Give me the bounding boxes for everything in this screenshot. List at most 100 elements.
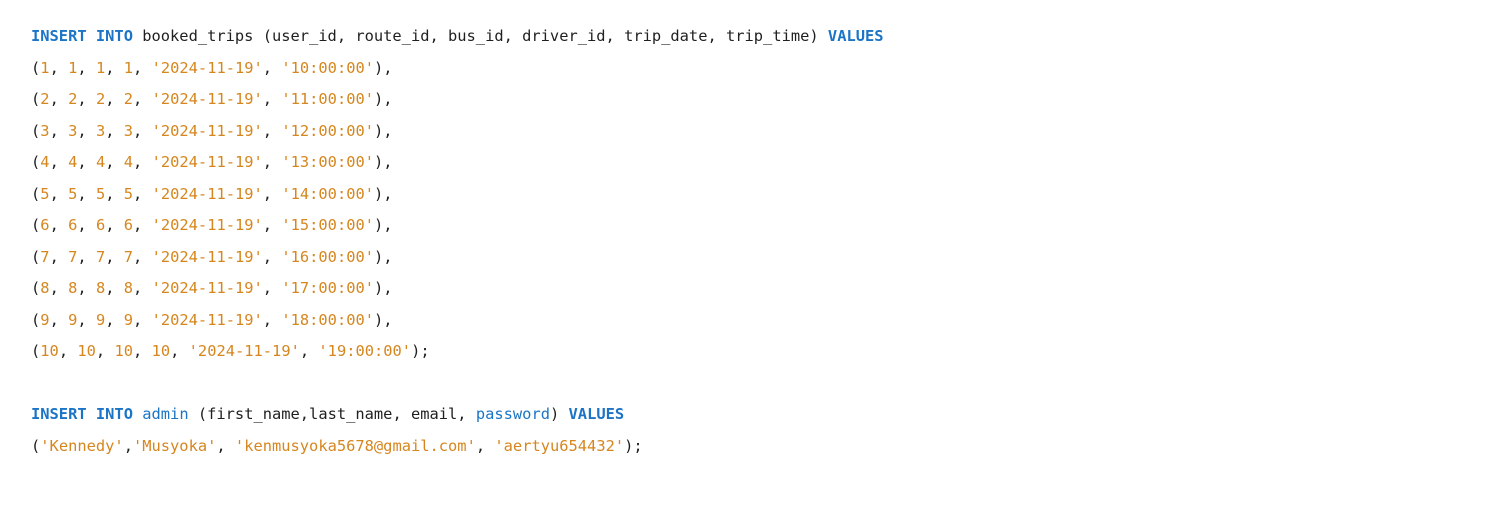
code-token: ( bbox=[31, 153, 41, 171]
code-line: (7, 7, 7, 7, '2024-11-19', '16:00:00'), bbox=[31, 242, 884, 274]
code-token: 10 bbox=[40, 342, 59, 360]
code-token: '2024-11-19' bbox=[151, 310, 263, 329]
code-token: ); bbox=[411, 342, 430, 360]
code-token: 7 bbox=[123, 247, 134, 266]
code-token: ) bbox=[549, 405, 569, 423]
code-token: ), bbox=[374, 121, 393, 140]
code-token: 3 bbox=[123, 121, 134, 140]
code-token: ( bbox=[31, 184, 41, 203]
code-token: '16:00:00' bbox=[281, 247, 375, 266]
code-token: 1 bbox=[68, 58, 78, 77]
code-token: '14:00:00' bbox=[281, 184, 375, 203]
code-token: , bbox=[49, 247, 69, 266]
code-token: , bbox=[133, 342, 152, 360]
code-token: , bbox=[216, 436, 235, 455]
code-token: '11:00:00' bbox=[281, 90, 375, 108]
code-token: 9 bbox=[123, 310, 134, 329]
code-token: 9 bbox=[40, 310, 50, 329]
code-token: , bbox=[262, 58, 282, 77]
code-token: '10:00:00' bbox=[281, 58, 375, 77]
code-line: INSERT INTO admin (first_name,last_name,… bbox=[31, 399, 884, 431]
code-token: , bbox=[133, 58, 152, 77]
code-token: booked_trips (user_id, route_id, bus_id,… bbox=[132, 27, 828, 45]
code-token: '2024-11-19' bbox=[151, 153, 263, 171]
code-token: , bbox=[105, 184, 124, 203]
code-token: , bbox=[475, 436, 495, 455]
code-token: , bbox=[262, 90, 282, 108]
code-token: , bbox=[49, 90, 69, 108]
code-token: , bbox=[49, 153, 69, 171]
code-token: ( bbox=[31, 58, 41, 77]
code-token: 2 bbox=[40, 90, 50, 108]
code-token: , bbox=[170, 342, 189, 360]
code-token: ), bbox=[374, 279, 393, 297]
code-token: , bbox=[105, 279, 124, 297]
code-token: ), bbox=[374, 58, 393, 77]
code-token: , bbox=[262, 216, 282, 234]
code-token: 3 bbox=[95, 121, 106, 140]
code-token: 3 bbox=[68, 121, 78, 140]
code-token: '13:00:00' bbox=[281, 153, 375, 171]
code-token: , bbox=[49, 184, 69, 203]
code-token: 6 bbox=[123, 216, 134, 234]
code-token: , bbox=[49, 121, 69, 140]
code-token: , bbox=[105, 153, 124, 171]
code-token: VALUES bbox=[568, 405, 625, 423]
code-line: (10, 10, 10, 10, '2024-11-19', '19:00:00… bbox=[31, 336, 884, 368]
code-token: '18:00:00' bbox=[281, 310, 375, 329]
code-line: (1, 1, 1, 1, '2024-11-19', '10:00:00'), bbox=[31, 53, 884, 85]
code-token: , bbox=[49, 310, 69, 329]
code-token: , bbox=[105, 310, 124, 329]
code-token: , bbox=[262, 184, 282, 203]
code-token: ( bbox=[31, 247, 41, 266]
code-token: 1 bbox=[40, 58, 50, 77]
code-line: (4, 4, 4, 4, '2024-11-19', '13:00:00'), bbox=[31, 147, 884, 179]
code-token: , bbox=[133, 153, 152, 171]
code-token: , bbox=[262, 153, 282, 171]
code-token: 'kenmusyoka5678@gmail.com' bbox=[234, 436, 476, 455]
code-token: , bbox=[49, 58, 69, 77]
code-token: ( bbox=[31, 310, 41, 329]
code-token: ( bbox=[31, 121, 41, 140]
code-token: 8 bbox=[123, 279, 134, 297]
code-token: 9 bbox=[68, 310, 78, 329]
code-token: 6 bbox=[68, 216, 78, 234]
code-line: (6, 6, 6, 6, '2024-11-19', '15:00:00'), bbox=[31, 210, 884, 242]
code-token: '2024-11-19' bbox=[151, 58, 263, 77]
code-token: 1 bbox=[95, 58, 106, 77]
code-token: , bbox=[262, 310, 282, 329]
code-token: , bbox=[133, 90, 152, 108]
code-token: 8 bbox=[95, 279, 106, 297]
code-token: , bbox=[77, 153, 96, 171]
code-token: 2 bbox=[95, 90, 106, 108]
code-token: '2024-11-19' bbox=[151, 216, 263, 234]
code-line: (2, 2, 2, 2, '2024-11-19', '11:00:00'), bbox=[31, 84, 884, 116]
code-token: , bbox=[133, 310, 152, 329]
code-token: 5 bbox=[123, 184, 134, 203]
code-token: , bbox=[77, 279, 96, 297]
code-token: , bbox=[133, 279, 152, 297]
code-token: INSERT bbox=[31, 27, 87, 45]
code-token: , bbox=[49, 216, 69, 234]
code-token: '15:00:00' bbox=[281, 216, 375, 234]
code-token: 4 bbox=[95, 153, 106, 171]
code-token: , bbox=[77, 310, 96, 329]
code-token: 10 bbox=[114, 342, 134, 360]
code-token: INTO bbox=[95, 405, 133, 423]
code-token: '2024-11-19' bbox=[151, 90, 263, 108]
code-token: 6 bbox=[95, 216, 106, 234]
code-token: , bbox=[77, 58, 96, 77]
code-line: (9, 9, 9, 9, '2024-11-19', '18:00:00'), bbox=[31, 305, 884, 337]
code-token: 5 bbox=[68, 184, 78, 203]
code-token: , bbox=[133, 121, 152, 140]
code-token: , bbox=[95, 342, 115, 360]
code-token: ), bbox=[374, 184, 393, 203]
code-token: 4 bbox=[68, 153, 78, 171]
code-token: , bbox=[123, 436, 133, 455]
code-token: , bbox=[262, 279, 282, 297]
sql-code-view[interactable]: INSERT INTO booked_trips (user_id, route… bbox=[31, 21, 884, 462]
code-token: 'Musyoka' bbox=[132, 436, 217, 455]
